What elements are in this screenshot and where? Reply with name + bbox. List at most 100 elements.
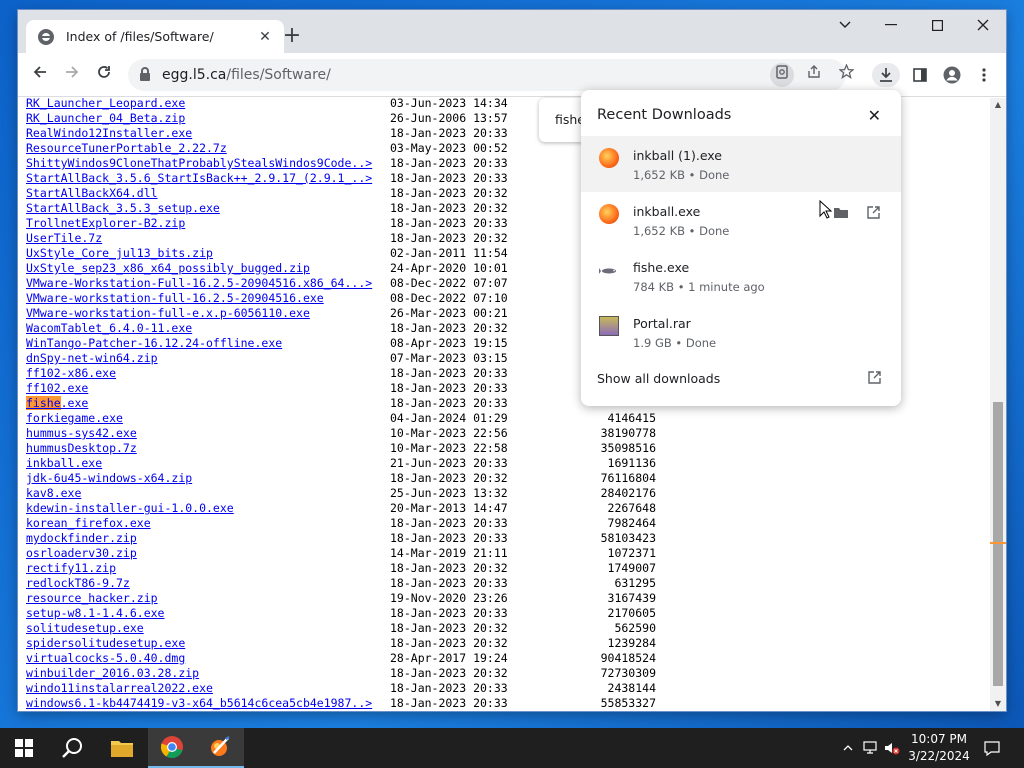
- profile-button[interactable]: [940, 63, 964, 87]
- file-link[interactable]: RealWindo12Installer.exe: [26, 126, 390, 141]
- download-item[interactable]: inkball.exe 1,652 KB • Done: [581, 192, 901, 248]
- file-date: 08-Apr-2023 19:15: [390, 336, 508, 350]
- file-link[interactable]: TrollnetExplorer-B2.zip: [26, 216, 390, 231]
- forward-button[interactable]: [60, 63, 84, 87]
- file-link[interactable]: osrloaderv30.zip: [26, 546, 390, 561]
- maximize-button[interactable]: [914, 10, 960, 40]
- show-in-folder-button[interactable]: [831, 206, 851, 226]
- file-link[interactable]: jdk-6u45-windows-x64.zip: [26, 471, 390, 486]
- bookmark-star-icon[interactable]: [834, 63, 858, 87]
- file-link[interactable]: rectify11.zip: [26, 561, 390, 576]
- tab-index-software[interactable]: Index of /files/Software/ ✕: [26, 20, 284, 53]
- close-window-button[interactable]: [960, 10, 1006, 40]
- address-bar[interactable]: egg.l5.ca/files/Software/: [128, 59, 855, 91]
- file-link[interactable]: ResourceTunerPortable_2.22.7z: [26, 141, 390, 156]
- download-item[interactable]: Portal.rar 1.9 GB • Done: [581, 304, 901, 360]
- show-hidden-icons-button[interactable]: [838, 728, 858, 768]
- share-icon[interactable]: [802, 63, 826, 87]
- file-link[interactable]: kav8.exe: [26, 486, 390, 501]
- scroll-up-arrow[interactable]: ▲: [990, 98, 1006, 112]
- file-link-rest: .exe: [60, 396, 89, 410]
- file-link[interactable]: ff102.exe: [26, 381, 390, 396]
- file-link[interactable]: inkball.exe: [26, 456, 390, 471]
- globe-icon: [38, 28, 54, 45]
- file-link[interactable]: WinTango-Patcher-16.12.24-offline.exe: [26, 336, 390, 351]
- file-link[interactable]: virtualcocks-5.0.40.dmg: [26, 651, 390, 666]
- url-path: /files/Software/: [226, 67, 331, 83]
- reload-button[interactable]: [92, 63, 116, 87]
- file-link[interactable]: kdewin-installer-gui-1.0.0.exe: [26, 501, 390, 516]
- downloads-button[interactable]: [872, 63, 900, 87]
- file-link[interactable]: mydockfinder.zip: [26, 531, 390, 546]
- download-item[interactable]: inkball (1).exe 1,652 KB • Done: [581, 136, 901, 192]
- file-link[interactable]: korean_firefox.exe: [26, 516, 390, 531]
- file-size: 35098516: [600, 441, 656, 455]
- file-link[interactable]: spidersolitudesetup.exe: [26, 636, 390, 651]
- file-explorer-button[interactable]: [98, 728, 146, 768]
- file-link[interactable]: StartAllBack_3.5.3_setup.exe: [26, 201, 390, 216]
- file-link[interactable]: ff102-x86.exe: [26, 366, 390, 381]
- file-link[interactable]: hummusDesktop.7z: [26, 441, 390, 456]
- system-clock[interactable]: 10:07 PM 3/22/2024: [902, 731, 976, 765]
- chrome-taskbar-button[interactable]: [148, 728, 196, 768]
- download-item[interactable]: fishe.exe 784 KB • 1 minute ago: [581, 248, 901, 304]
- lock-icon: [140, 67, 150, 81]
- inkball-taskbar-button[interactable]: [196, 728, 244, 768]
- listing-row: jdk-6u45-windows-x64.zip 18-Jan-2023 20:3…: [26, 471, 656, 486]
- file-date: 18-Jan-2023 20:33: [390, 396, 508, 410]
- file-date: 18-Jan-2023 20:32: [390, 201, 508, 215]
- tab-strip: Index of /files/Software/ ✕ +: [18, 10, 1006, 53]
- file-link[interactable]: RK_Launcher_Leopard.exe: [26, 98, 390, 111]
- file-link[interactable]: windows6.1-kb4474419-v3-x64_b5614c6cea5c…: [26, 696, 390, 711]
- file-link[interactable]: StartAllBack_3.5.6_StartIsBack++_2.9.17_…: [26, 171, 390, 186]
- notifications-button[interactable]: [980, 728, 1004, 768]
- menu-button[interactable]: [972, 63, 996, 87]
- file-link[interactable]: UxStyle_sep23_x86_x64_possibly_bugged.zi…: [26, 261, 390, 276]
- new-tab-button[interactable]: +: [278, 24, 306, 48]
- downloads-close-button[interactable]: ✕: [868, 106, 881, 125]
- listing-row: VMware-Workstation-Full-16.2.5-20904516.…: [26, 276, 656, 291]
- show-all-downloads-link[interactable]: Show all downloads: [597, 371, 720, 386]
- file-link[interactable]: UserTile.7z: [26, 231, 390, 246]
- file-size: 2438144: [607, 681, 656, 695]
- file-link[interactable]: VMware-workstation-full-e.x.p-6056110.ex…: [26, 306, 390, 321]
- file-link[interactable]: RK_Launcher_04_Beta.zip: [26, 111, 390, 126]
- listing-row: inkball.exe 21-Jun-2023 20:33 1691136: [26, 456, 656, 471]
- file-link[interactable]: solitudesetup.exe: [26, 621, 390, 636]
- file-link[interactable]: winbuilder_2016.03.28.zip: [26, 666, 390, 681]
- file-link[interactable]: dnSpy-net-win64.zip: [26, 351, 390, 366]
- file-link[interactable]: hummus-sys42.exe: [26, 426, 390, 441]
- scroll-down-arrow[interactable]: ▼: [990, 697, 1006, 711]
- file-link[interactable]: WacomTablet_6.4.0-11.exe: [26, 321, 390, 336]
- network-icon[interactable]: [860, 728, 882, 768]
- url-host: egg.l5.ca: [162, 67, 227, 83]
- file-link[interactable]: windo11instalarreal2022.exe: [26, 681, 390, 696]
- file-link[interactable]: setup-w8.1-1.4.6.exe: [26, 606, 390, 621]
- file-link[interactable]: fishe.exe: [26, 396, 390, 411]
- open-downloads-page-icon[interactable]: [868, 371, 881, 387]
- scrollbar-thumb[interactable]: [993, 402, 1003, 686]
- file-link[interactable]: StartAllBackX64.dll: [26, 186, 390, 201]
- back-button[interactable]: [28, 63, 52, 87]
- open-file-button[interactable]: [863, 206, 883, 226]
- file-link[interactable]: VMware-Workstation-Full-16.2.5-20904516.…: [26, 276, 390, 291]
- tab-search-button[interactable]: [822, 10, 868, 40]
- start-button[interactable]: [0, 728, 48, 768]
- find-in-page-icon[interactable]: [770, 63, 794, 87]
- minimize-button[interactable]: [868, 10, 914, 40]
- notification-icon: [984, 740, 1000, 756]
- file-link[interactable]: UxStyle_Core_jul13_bits.zip: [26, 246, 390, 261]
- volume-muted-icon[interactable]: [882, 728, 902, 768]
- volume-glyph: [885, 743, 900, 755]
- listing-row: solitudesetup.exe 18-Jan-2023 20:32 562590: [26, 621, 656, 636]
- search-button[interactable]: [48, 728, 96, 768]
- file-link[interactable]: redlockT86-9.7z: [26, 576, 390, 591]
- file-date: 18-Jan-2023 20:32: [390, 666, 508, 680]
- tab-close-button[interactable]: ✕: [256, 29, 274, 45]
- page-scrollbar[interactable]: ▲ ▼: [990, 98, 1006, 711]
- file-link[interactable]: resource_hacker.zip: [26, 591, 390, 606]
- file-link[interactable]: ShittyWindos9CloneThatProbablyStealsWind…: [26, 156, 390, 171]
- file-link[interactable]: VMware-workstation-full-16.2.5-20904516.…: [26, 291, 390, 306]
- file-link[interactable]: forkiegame.exe: [26, 411, 390, 426]
- side-panel-button[interactable]: [908, 63, 932, 87]
